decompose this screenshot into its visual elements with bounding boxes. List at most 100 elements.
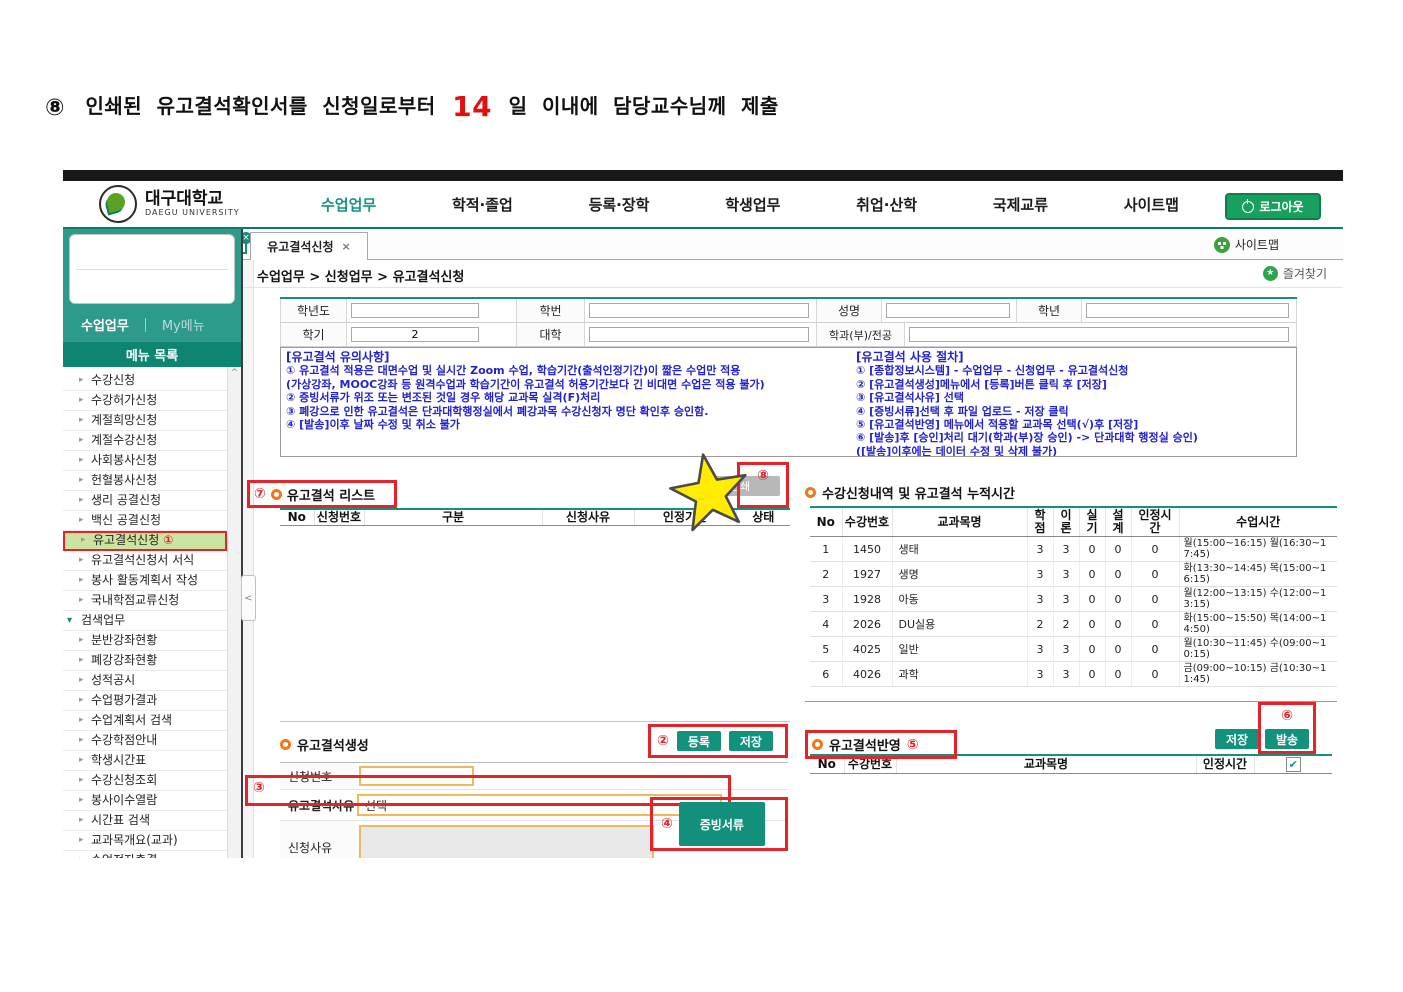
attach-docs-button[interactable]: 증빙서류 bbox=[679, 802, 765, 846]
sidebar-item-12[interactable]: ▾검색업무 bbox=[63, 611, 227, 631]
close-all-tabs-icon[interactable] bbox=[243, 237, 247, 254]
arrow-icon: ▸ bbox=[79, 491, 84, 510]
nav-item-5[interactable]: 국제교류 bbox=[993, 194, 1048, 215]
sidebar-item-1[interactable]: ▸ 수강허가신청 bbox=[63, 391, 227, 411]
cell: 1450 bbox=[842, 537, 892, 562]
col-check: ✔ bbox=[1254, 755, 1332, 774]
annotation-box-2: ② 등록 저장 bbox=[648, 724, 788, 758]
sitemap-shortcut[interactable]: 사이트맵 bbox=[1214, 236, 1279, 253]
nav-item-0[interactable]: 수업업무 bbox=[321, 194, 376, 215]
sidebar-item-label: 헌혈봉사신청 bbox=[91, 473, 157, 487]
menu-scrollbar[interactable]: ^ bbox=[227, 367, 241, 858]
sidebar-item-23[interactable]: ▸교과목개요(교과) bbox=[63, 831, 227, 851]
cell: 4026 bbox=[842, 662, 892, 687]
name-input[interactable] bbox=[886, 303, 1010, 318]
annotation-box-6: ⑥ bbox=[1258, 702, 1316, 754]
sidebar-item-6[interactable]: ▸생리 공결신청 bbox=[63, 491, 227, 511]
enroll-section-title: 수강신청내역 및 유고결석 누적시간 bbox=[805, 483, 1015, 502]
sidebar-item-18[interactable]: ▸수강학점안내 bbox=[63, 731, 227, 751]
semester-label: 학기 bbox=[280, 323, 347, 346]
student-info-form: 학년도 학번 성명 학년 학기 대학 학과(부)/전공 bbox=[280, 297, 1297, 347]
app-header: 대구대학교 DAEGU UNIVERSITY 수업업무학적·졸업등록·장학학생업… bbox=[63, 181, 1343, 227]
cell: 3 bbox=[1027, 637, 1053, 662]
nav-item-3[interactable]: 학생업무 bbox=[725, 194, 780, 215]
sidebar-tab-lesson[interactable]: 수업업무 bbox=[81, 315, 129, 334]
nav-item-1[interactable]: 학적·졸업 bbox=[452, 194, 513, 215]
sidebar-item-19[interactable]: ▸학생시간표 bbox=[63, 751, 227, 771]
table-row[interactable]: 21927생명33000화(13:30~14:45) 목(15:00~16:15… bbox=[810, 562, 1337, 587]
annotation-box-5: 유고결석반영 ⑤ bbox=[805, 730, 957, 759]
sidebar-item-15[interactable]: ▸성적공시 bbox=[63, 671, 227, 691]
instruction-text-before: 인쇄된 유고결석확인서를 신청일로부터 bbox=[85, 94, 435, 118]
sidebar-item-0[interactable]: ▸수강신청 bbox=[63, 371, 227, 391]
arrow-icon: ▸ bbox=[79, 371, 84, 390]
sidebar-item-label: 수업평가결과 bbox=[91, 693, 157, 707]
table-row[interactable]: 11450생태33000월(15:00~16:15) 월(16:30~17:45… bbox=[810, 537, 1337, 562]
sidebar-item-7[interactable]: ▸백신 공결신청 bbox=[63, 511, 227, 531]
reason-textarea[interactable] bbox=[359, 825, 654, 858]
sidebar-item-11[interactable]: ▸국내학점교류신청 bbox=[63, 591, 227, 611]
sidebar-item-5[interactable]: ▸헌혈봉사신청 bbox=[63, 471, 227, 491]
nav-item-6[interactable]: 사이트맵 bbox=[1124, 194, 1179, 215]
year-label: 학년도 bbox=[280, 299, 347, 322]
sidebar-collapse-handle[interactable]: < bbox=[241, 575, 256, 621]
student-id-input[interactable] bbox=[589, 303, 809, 318]
grade-input[interactable] bbox=[1086, 303, 1289, 318]
university-seal-icon bbox=[99, 185, 137, 223]
sidebar-item-21[interactable]: ▸봉사이수열람 bbox=[63, 791, 227, 811]
sidebar-item-10[interactable]: ▸봉사 활동계획서 작성 bbox=[63, 571, 227, 591]
sidebar-item-4[interactable]: ▸사회봉사신청 bbox=[63, 451, 227, 471]
sidebar-item-3[interactable]: ▸계절수강신청 bbox=[63, 431, 227, 451]
annotation-1: ① bbox=[163, 533, 173, 547]
favorite-star-icon: ★ bbox=[1263, 266, 1278, 281]
cell: 3 bbox=[1053, 662, 1079, 687]
sidebar-item-14[interactable]: ▸폐강강좌현황 bbox=[63, 651, 227, 671]
sidebar-item-17[interactable]: ▸수업계획서 검색 bbox=[63, 711, 227, 731]
sidebar-item-20[interactable]: ▸수강신청조회 bbox=[63, 771, 227, 791]
cell: 0 bbox=[1079, 662, 1105, 687]
favorite-button[interactable]: ★ 즐겨찾기 bbox=[1263, 265, 1327, 282]
cell: 0 bbox=[1131, 662, 1179, 687]
table-row[interactable]: 64026과학33000금(09:00~10:15) 금(10:30~11:45… bbox=[810, 662, 1337, 687]
sidebar-item-2[interactable]: ▸계절희망신청 bbox=[63, 411, 227, 431]
cell: 2 bbox=[810, 562, 842, 587]
arrow-icon: ▸ bbox=[79, 391, 84, 410]
year-input[interactable] bbox=[351, 303, 479, 318]
scroll-up-icon[interactable]: ^ bbox=[231, 368, 239, 378]
table-row[interactable]: 31928아동33000월(12:00~13:15) 수(12:00~13:15… bbox=[810, 587, 1337, 612]
semester-input[interactable] bbox=[351, 327, 479, 342]
sidebar-item-22[interactable]: ▸시간표 검색 bbox=[63, 811, 227, 831]
notice-caution: [유고결석 유의사항]① 유고결석 적용은 대면수업 및 실시간 Zoom 수업… bbox=[286, 351, 846, 431]
tab-absence-request[interactable]: 유고결석신청 × bbox=[250, 232, 368, 260]
college-input[interactable] bbox=[589, 327, 809, 342]
logo-subtitle: DAEGU UNIVERSITY bbox=[145, 208, 240, 217]
sidebar-item-13[interactable]: ▸분반강좌현황 bbox=[63, 631, 227, 651]
save-button-apply[interactable]: 저장 bbox=[1215, 729, 1259, 749]
cell: 생태 bbox=[892, 537, 1027, 562]
cell: 0 bbox=[1105, 562, 1131, 587]
logout-button[interactable]: 로그아웃 bbox=[1225, 193, 1321, 220]
arrow-icon: ▸ bbox=[79, 691, 84, 710]
sidebar-item-24[interactable]: ▸수업전자출결 bbox=[63, 851, 227, 858]
arrow-icon: ▸ bbox=[79, 811, 84, 830]
sidebar-tab-mymenu[interactable]: My메뉴 bbox=[162, 315, 205, 334]
sidebar-item-9[interactable]: ▸유고결석신청서 서식 bbox=[63, 551, 227, 571]
sidebar-item-label: 사회봉사신청 bbox=[91, 453, 157, 467]
sidebar-item-16[interactable]: ▸ 수업평가결과 bbox=[63, 691, 227, 711]
table-row[interactable]: 54025일반33000월(10:30~11:45) 수(09:00~10:15… bbox=[810, 637, 1337, 662]
collapse-icon: < bbox=[244, 593, 252, 604]
sidebar-item-8[interactable]: ▸유고결석신청① bbox=[63, 531, 227, 551]
sidebar-item-label: 유고결석신청서 서식 bbox=[91, 553, 194, 567]
table-row[interactable]: 42026DU실용22000화(15:00~15:50) 목(14:00~14:… bbox=[810, 612, 1337, 637]
sidebar-item-label: 수강허가신청 bbox=[91, 393, 157, 407]
nav-item-2[interactable]: 등록·장학 bbox=[589, 194, 650, 215]
save-button-create[interactable]: 저장 bbox=[729, 731, 773, 751]
select-all-checkbox[interactable]: ✔ bbox=[1286, 757, 1301, 772]
tab-close-icon[interactable]: × bbox=[342, 240, 351, 253]
register-button[interactable]: 등록 bbox=[677, 731, 721, 751]
dept-input[interactable] bbox=[909, 327, 1289, 342]
step-number: ⑧ bbox=[45, 95, 65, 121]
nav-item-4[interactable]: 취업·산학 bbox=[856, 194, 917, 215]
apply-section-title: 유고결석반영 bbox=[829, 735, 901, 754]
reason-label: 신청사유 bbox=[280, 821, 355, 858]
